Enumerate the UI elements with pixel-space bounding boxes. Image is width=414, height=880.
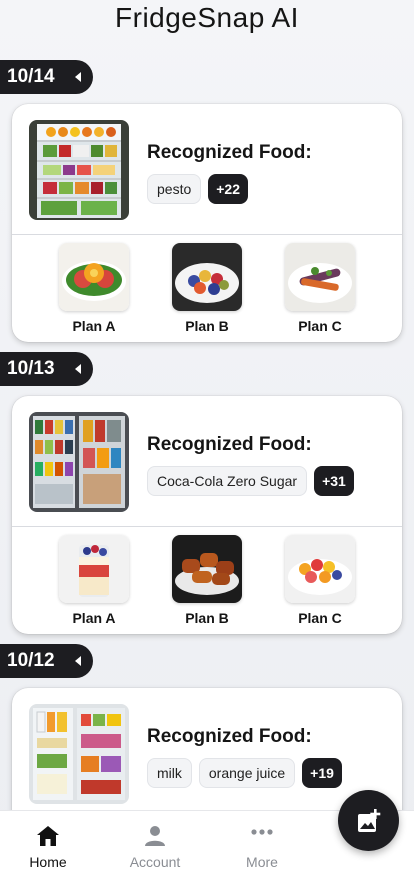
date-label: 10/14 (7, 66, 55, 87)
plan-photo (172, 535, 242, 603)
tab-more[interactable]: More (217, 811, 307, 870)
tab-account[interactable]: Account (110, 811, 200, 870)
fridge-photo[interactable] (29, 412, 129, 512)
plans-row: Plan A Plan B Plan C (12, 527, 402, 634)
person-icon (110, 823, 200, 849)
plan-label: Plan B (185, 610, 229, 626)
plan-photo (59, 243, 129, 311)
more-foods-badge[interactable]: +31 (314, 466, 354, 496)
snapshot-card[interactable]: Recognized Food: Coca-Cola Zero Sugar +3… (12, 396, 402, 634)
plan-photo (59, 535, 129, 603)
ellipsis-icon (217, 819, 307, 845)
plan-label: Plan B (185, 318, 229, 334)
food-chip[interactable]: milk (147, 758, 192, 788)
plan-b[interactable]: Plan B (171, 535, 243, 626)
plan-a[interactable]: Plan A (58, 535, 130, 626)
caret-left-icon (75, 364, 81, 374)
recognized-food-label: Recognized Food: (147, 434, 312, 455)
plan-photo (285, 535, 355, 603)
food-chip[interactable]: pesto (147, 174, 202, 204)
plan-label: Plan A (72, 318, 116, 334)
plan-label: Plan C (298, 318, 342, 334)
add-image-icon (356, 808, 382, 834)
tab-label: More (246, 854, 278, 870)
plan-photo (172, 243, 242, 311)
tab-label: Home (29, 854, 67, 870)
fridge-photo[interactable] (29, 120, 129, 220)
plan-c[interactable]: Plan C (284, 243, 356, 334)
food-chips: milk orange juice +19 (147, 758, 342, 788)
snapshot-card[interactable]: Recognized Food: pesto +22 Plan A Plan B… (12, 104, 402, 342)
plan-label: Plan C (298, 610, 342, 626)
food-chips: Coca-Cola Zero Sugar +31 (147, 466, 354, 496)
date-label: 10/12 (7, 650, 55, 671)
caret-left-icon (75, 656, 81, 666)
fridge-photo[interactable] (29, 704, 129, 804)
recognized-food-label: Recognized Food: (147, 142, 312, 163)
food-chip[interactable]: orange juice (198, 758, 296, 788)
card-summary: Recognized Food: milk orange juice +19 (12, 688, 402, 819)
recognized-food-label: Recognized Food: (147, 726, 312, 747)
plan-c[interactable]: Plan C (284, 535, 356, 626)
add-photo-button[interactable] (338, 790, 399, 851)
plan-photo (285, 243, 355, 311)
food-chip[interactable]: Coca-Cola Zero Sugar (147, 466, 308, 496)
card-summary: Recognized Food: Coca-Cola Zero Sugar +3… (12, 396, 402, 527)
food-chips: pesto +22 (147, 174, 248, 204)
plan-label: Plan A (72, 610, 116, 626)
card-summary: Recognized Food: pesto +22 (12, 104, 402, 235)
app-title: FridgeSnap AI (115, 2, 299, 33)
caret-left-icon (75, 72, 81, 82)
home-icon (3, 823, 93, 849)
date-pill[interactable]: 10/13 (0, 352, 93, 386)
more-foods-badge[interactable]: +19 (302, 758, 342, 788)
more-foods-badge[interactable]: +22 (208, 174, 248, 204)
tab-label: Account (129, 854, 181, 870)
date-pill[interactable]: 10/12 (0, 644, 93, 678)
plan-b[interactable]: Plan B (171, 243, 243, 334)
plans-row: Plan A Plan B Plan C (12, 235, 402, 342)
date-pill[interactable]: 10/14 (0, 60, 93, 94)
date-label: 10/13 (7, 358, 55, 379)
plan-a[interactable]: Plan A (58, 243, 130, 334)
tab-home[interactable]: Home (3, 811, 93, 870)
